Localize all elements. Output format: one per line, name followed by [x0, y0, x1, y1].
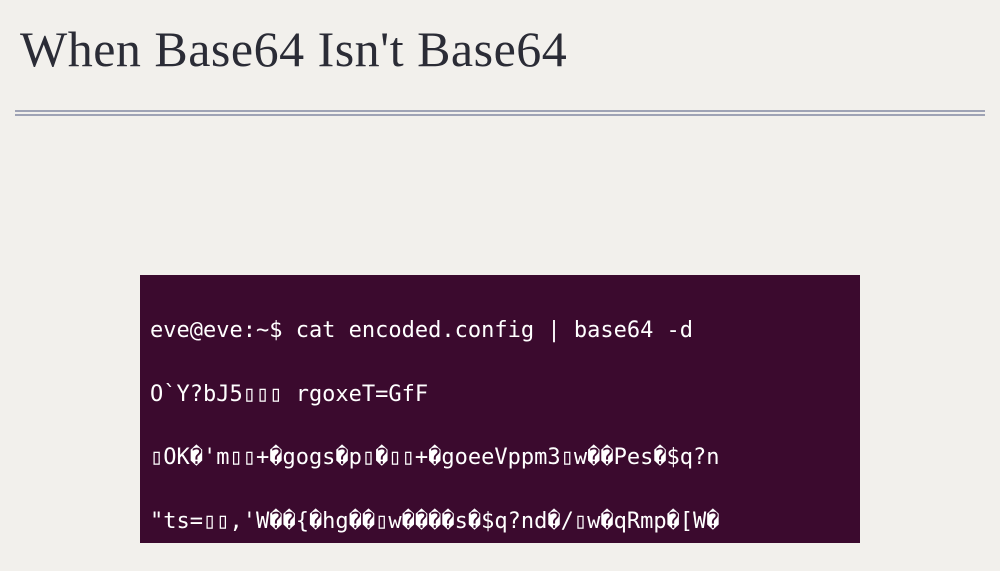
slide-title: When Base64 Isn't Base64 [0, 0, 1000, 90]
terminal-line-3: "ts=▯▯,'W��{�hg��▯w����s�$q?nd�/▯w�qRmp�… [150, 506, 850, 538]
terminal-line-2: ▯OK�'m▯▯+�gogs�p▯�▯▯+�goeeVppm3▯w��Pes�$… [150, 442, 850, 474]
terminal-line-0: eve@eve:~$ cat encoded.config | base64 -… [150, 315, 850, 347]
terminal-output: eve@eve:~$ cat encoded.config | base64 -… [140, 275, 860, 543]
terminal-line-1: O`Y?bJ5▯▯▯ rgoxeT=GfF [150, 379, 850, 411]
title-divider [15, 110, 985, 116]
